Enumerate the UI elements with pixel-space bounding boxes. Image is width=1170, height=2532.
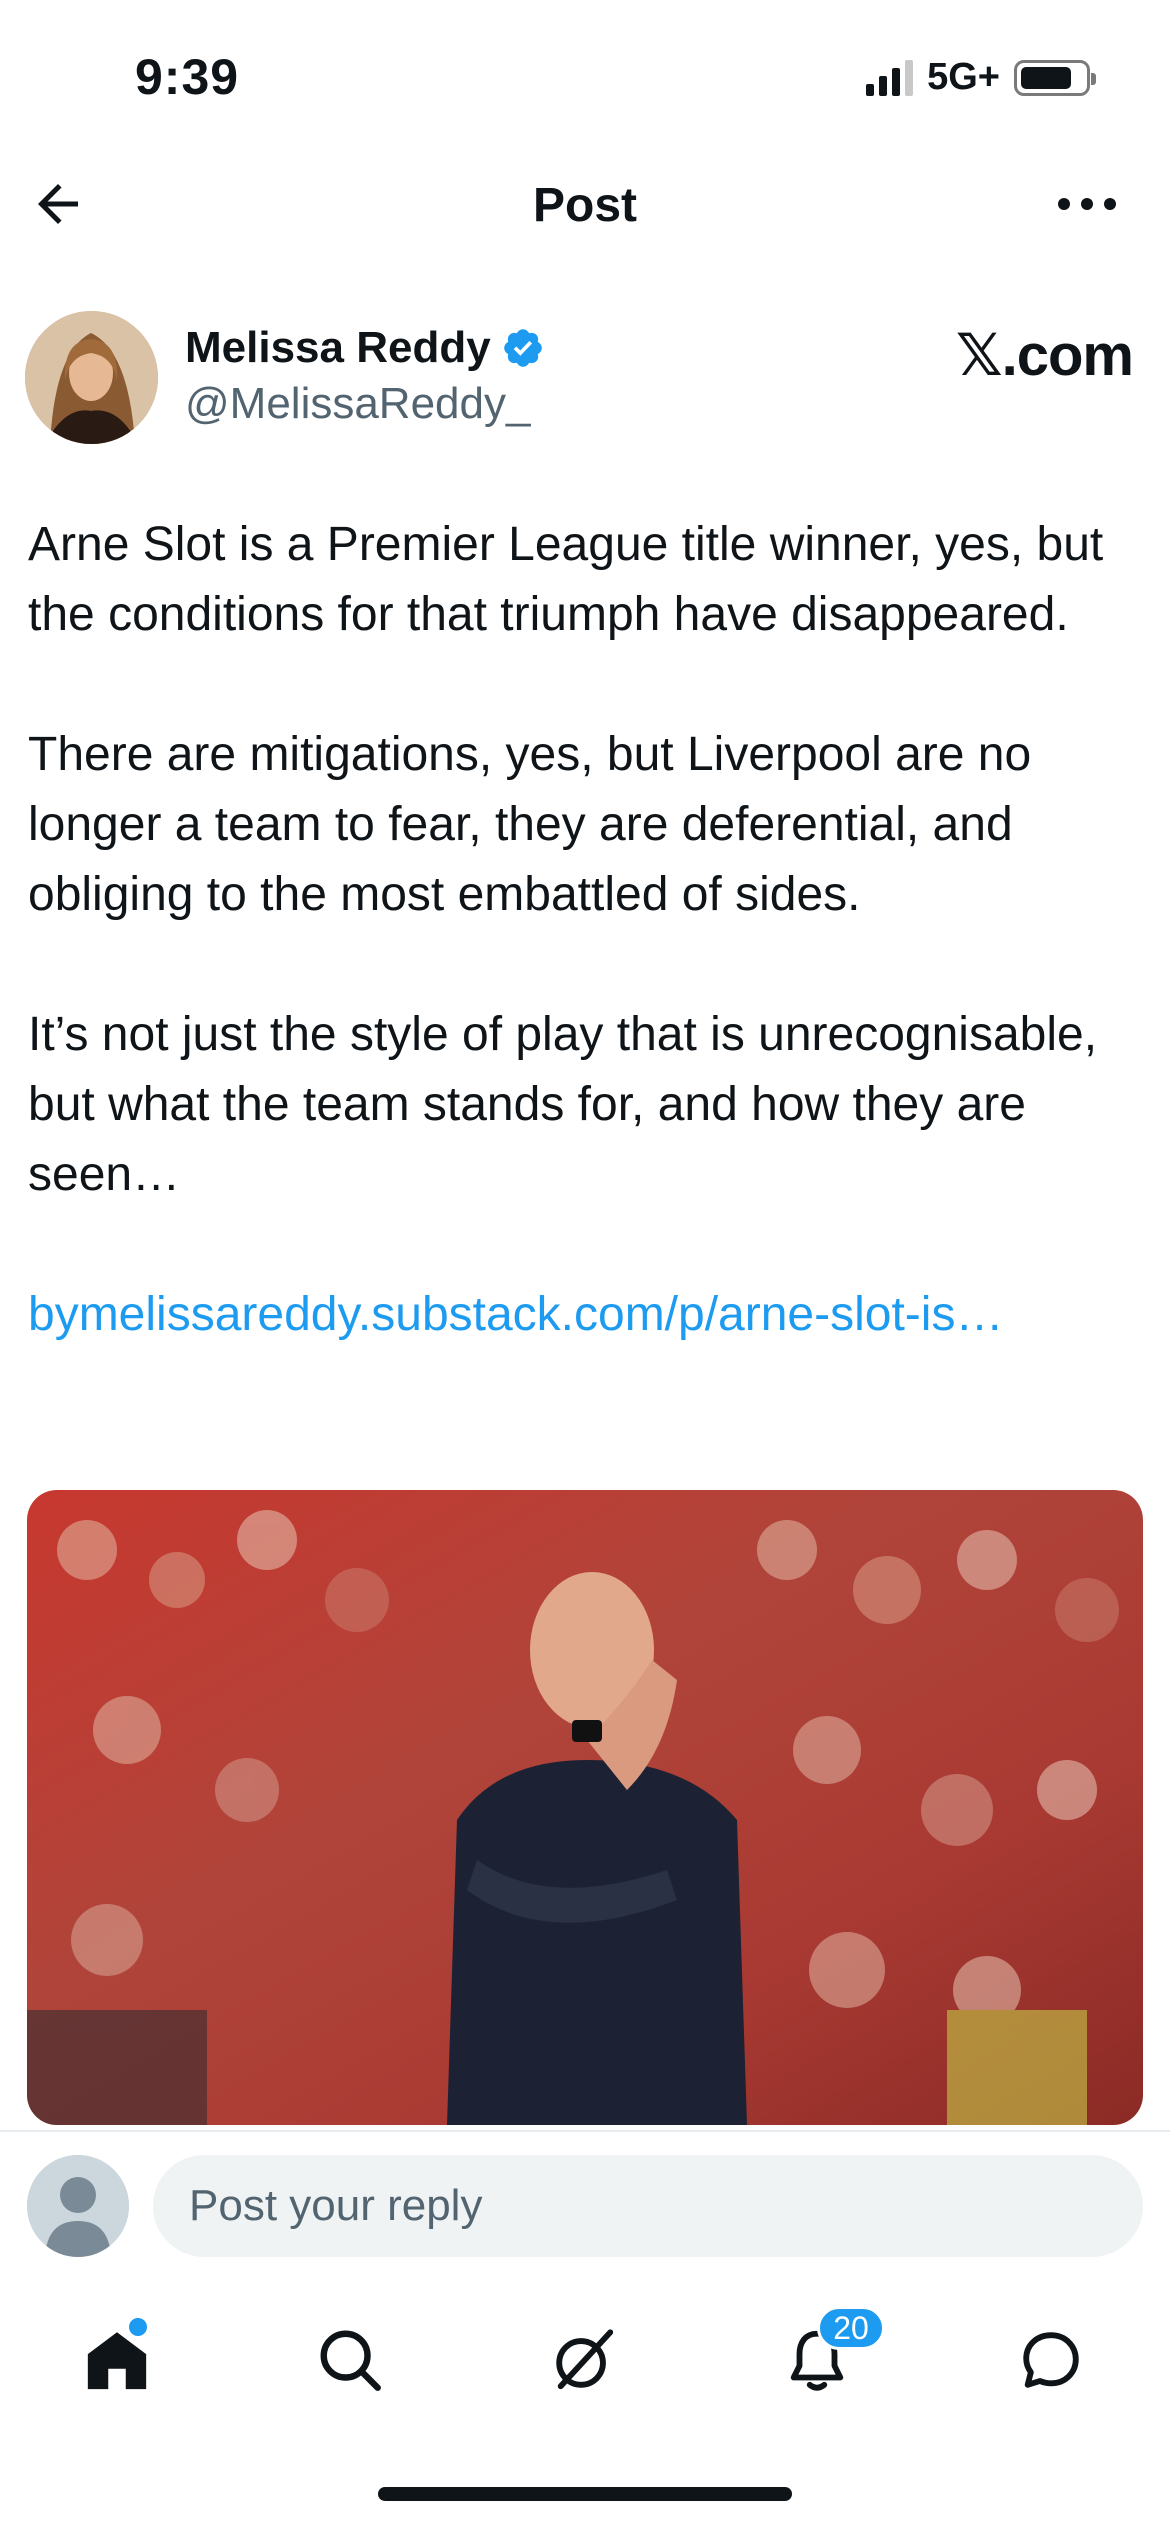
nav-grok[interactable] [534, 2310, 634, 2410]
messages-icon [1023, 2332, 1079, 2388]
grok-icon [556, 2329, 614, 2390]
x-logo: 𝕏.com [955, 323, 1134, 388]
post-body: Arne Slot is a Premier League title winn… [28, 510, 1138, 1350]
author-name[interactable]: Melissa Reddy [185, 323, 491, 373]
post-author: Melissa Reddy @MelissaReddy_ 𝕏.com [25, 305, 1145, 445]
post-link[interactable]: bymelissareddy.substack.com/p/arne-slot-… [28, 1280, 1138, 1350]
battery-fill [1021, 66, 1071, 89]
home-icon [87, 2332, 147, 2390]
home-unread-dot [129, 2318, 147, 2336]
author-name-row: Melissa Reddy [185, 323, 545, 373]
reply-input[interactable] [153, 2155, 1143, 2257]
nav-search[interactable] [300, 2310, 400, 2410]
post-paragraph: It’s not just the style of play that is … [28, 1008, 1098, 1201]
nav-notifications[interactable]: 20 [767, 2306, 885, 2410]
bottom-nav: 20 [0, 2300, 1170, 2420]
verified-badge-icon [503, 329, 542, 367]
author-avatar[interactable] [25, 311, 158, 444]
nav-home[interactable] [67, 2310, 167, 2410]
reply-divider [0, 2130, 1170, 2132]
notification-badge: 20 [817, 2306, 885, 2350]
post-image[interactable] [27, 1490, 1143, 2125]
author-handle[interactable]: @MelissaReddy_ [185, 379, 530, 429]
user-avatar[interactable] [27, 2155, 129, 2257]
battery-icon [1014, 59, 1096, 96]
signal-icon [866, 59, 914, 96]
post-header: Post [0, 160, 1170, 250]
post-paragraph: Arne Slot is a Premier League title winn… [28, 518, 1104, 641]
home-indicator[interactable] [378, 2487, 792, 2501]
status-time: 9:39 [135, 49, 240, 105]
nav-messages[interactable] [1001, 2310, 1101, 2410]
post-paragraph: There are mitigations, yes, but Liverpoo… [28, 728, 1032, 921]
more-horizontal-icon[interactable] [1054, 184, 1120, 224]
status-indicators: 5G+ [866, 56, 1096, 99]
network-label: 5G+ [927, 56, 1000, 98]
search-icon [320, 2330, 381, 2391]
status-bar: 9:39 5G+ [0, 0, 1170, 150]
page-title: Post [532, 179, 637, 232]
